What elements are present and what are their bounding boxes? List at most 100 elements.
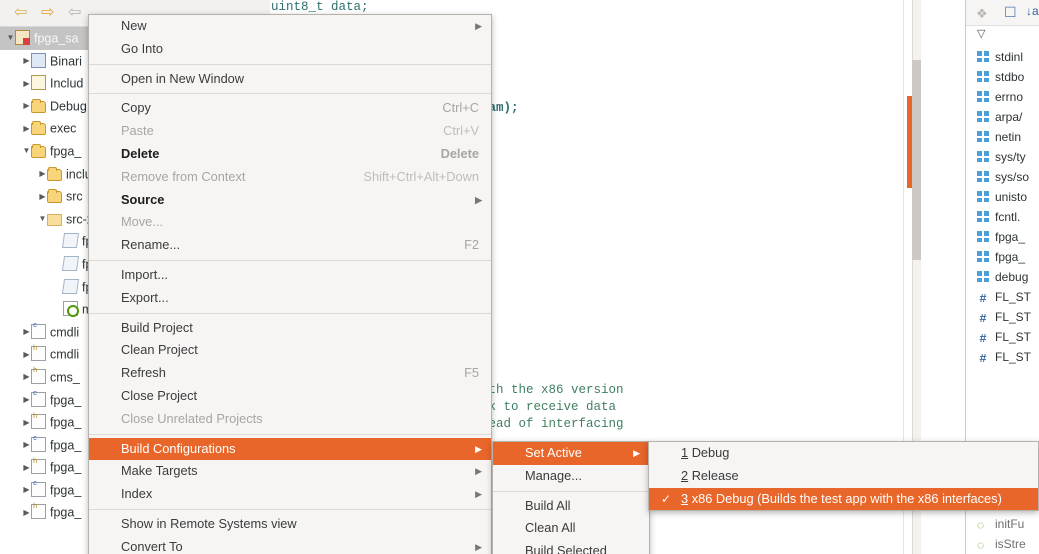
menu-item-set-active[interactable]: Set Active ▶	[493, 442, 649, 465]
include-icon	[977, 231, 989, 242]
code-line: uint8_t data;	[271, 0, 369, 14]
menu-item-make-targets[interactable]: Make Targets ▶	[89, 460, 491, 483]
menu-item-manage[interactable]: Manage...	[493, 465, 649, 488]
outline-view-menu[interactable]: ▽	[966, 26, 1039, 47]
sort-icon[interactable]: ❖	[976, 6, 988, 22]
menu-item-label: Make Targets	[121, 463, 198, 479]
twisty-expanded-icon[interactable]: ▼	[38, 208, 47, 231]
editor-scrollbar-thumb[interactable]	[912, 60, 921, 260]
outline-item[interactable]: arpa/	[966, 107, 1039, 127]
outline-item[interactable]: errno	[966, 87, 1039, 107]
menu-item-debug[interactable]: 1 Debug	[649, 442, 1038, 465]
menu-item-new[interactable]: New ▶	[89, 15, 491, 38]
twisty-collapsed-icon[interactable]: ▶	[22, 344, 31, 367]
menu-item-refresh[interactable]: Refresh F5	[89, 362, 491, 385]
menu-separator	[89, 259, 491, 261]
twisty-expanded-icon[interactable]: ▼	[6, 27, 15, 50]
menu-item-copy[interactable]: Copy Ctrl+C	[89, 97, 491, 120]
menu-item-delete[interactable]: Delete Delete	[89, 143, 491, 166]
twisty-collapsed-icon[interactable]: ▶	[22, 457, 31, 480]
twisty-collapsed-icon[interactable]: ▶	[22, 389, 31, 412]
menu-item-label: Clean All	[525, 520, 576, 536]
outline-item[interactable]: unisto	[966, 187, 1039, 207]
menu-item-go-into[interactable]: Go Into	[89, 38, 491, 61]
outline-item[interactable]: ◌ initFu	[966, 514, 1039, 534]
set-active-submenu[interactable]: 1 Debug 2 Release ✓ 3 x86 Debug (Builds the…	[648, 441, 1039, 512]
outline-item[interactable]: sys/ty	[966, 147, 1039, 167]
h-file-icon	[31, 451, 46, 475]
menu-item-shortcut: Delete	[440, 145, 479, 161]
context-menu[interactable]: New ▶ Go Into Open in New Window Copy Ctrl+C P…	[88, 14, 492, 554]
menu-item-close-project[interactable]: Close Project	[89, 385, 491, 408]
outline-toolbar[interactable]: ❖ ☐ ↓a	[966, 0, 1039, 26]
file-x-icon	[61, 233, 80, 249]
outline-item[interactable]: fcntl.	[966, 207, 1039, 227]
back-arrow-icon[interactable]: ⇦	[14, 5, 32, 21]
menu-item-build-all[interactable]: Build All	[493, 495, 649, 518]
outline-item[interactable]: sys/so	[966, 167, 1039, 187]
twisty-collapsed-icon[interactable]: ▶	[22, 118, 31, 141]
menu-item-build-configurations[interactable]: Build Configurations ▶	[89, 437, 491, 461]
menu-item-label: Build Selected	[525, 543, 607, 554]
twisty-collapsed-icon[interactable]: ▶	[22, 95, 31, 118]
twisty-collapsed-icon[interactable]: ▶	[22, 321, 31, 344]
twisty-collapsed-icon[interactable]: ▶	[22, 412, 31, 435]
menu-item-export[interactable]: Export...	[89, 287, 491, 310]
menu-item-import[interactable]: Import...	[89, 264, 491, 287]
outline-item[interactable]: # FL_ST	[966, 327, 1039, 347]
menu-item-label: Index	[121, 486, 153, 502]
sort-az-icon[interactable]: ↓a	[1026, 4, 1039, 18]
menu-item-close-unrelated-projects: Close Unrelated Projects	[89, 408, 491, 431]
outline-item[interactable]: # FL_ST	[966, 287, 1039, 307]
menu-item-open-in-new-window[interactable]: Open in New Window	[89, 68, 491, 91]
menu-item-convert-to[interactable]: Convert To ▶	[89, 536, 491, 554]
outline-item[interactable]: fpga_	[966, 247, 1039, 267]
tree-item-label: fpga_sa	[34, 31, 79, 46]
twisty-collapsed-icon[interactable]: ▶	[22, 502, 31, 525]
twisty-collapsed-icon[interactable]: ▶	[22, 50, 31, 73]
chevron-down-icon[interactable]: ▽	[977, 27, 985, 40]
outline-item-label: FL_ST	[995, 350, 1032, 364]
twisty-collapsed-icon[interactable]: ▶	[22, 434, 31, 457]
menu-item-x86-debug-builds-the-test-app-with-the-x86-interfaces[interactable]: ✓ 3 x86 Debug (Builds the test app with t…	[649, 487, 1038, 511]
collapse-all-icon[interactable]: ☐	[1004, 4, 1017, 21]
menu-item-build-project[interactable]: Build Project	[89, 317, 491, 340]
menu-separator	[493, 490, 649, 492]
outline-item[interactable]: debug	[966, 267, 1039, 287]
twisty-collapsed-icon[interactable]: ▶	[22, 73, 31, 96]
project-icon	[15, 30, 30, 45]
menu-item-build-selected[interactable]: Build Selected	[493, 540, 649, 554]
menu-item-index[interactable]: Index ▶	[89, 483, 491, 506]
submenu-arrow-icon: ▶	[475, 194, 482, 205]
menu-item-mnemonic: 2	[681, 467, 689, 483]
twisty-collapsed-icon[interactable]: ▶	[22, 366, 31, 389]
build-configurations-submenu[interactable]: Set Active ▶ Manage... Build All Clean All Bu…	[492, 441, 650, 554]
menu-item-clean-all[interactable]: Clean All	[493, 517, 649, 540]
twisty-collapsed-icon[interactable]: ▶	[38, 163, 47, 186]
menu-item-clean-project[interactable]: Clean Project	[89, 339, 491, 362]
twisty-expanded-icon[interactable]: ▼	[22, 140, 31, 163]
submenu-arrow-icon: ▶	[475, 541, 482, 552]
forward-arrow-icon[interactable]: ⇨	[41, 5, 59, 21]
twisty-collapsed-icon[interactable]: ▶	[38, 186, 47, 209]
include-icon	[977, 151, 989, 162]
tree-item-label: fpga_	[50, 505, 82, 520]
tree-item-label: src	[66, 189, 83, 204]
makefile-icon	[63, 301, 79, 318]
outline-item[interactable]: # FL_ST	[966, 307, 1039, 327]
outline-item[interactable]: ◌ isStre	[966, 534, 1039, 554]
outline-item[interactable]: fpga_	[966, 227, 1039, 247]
menu-item-source[interactable]: Source ▶	[89, 189, 491, 212]
menu-item-label: Go Into	[121, 40, 163, 56]
outline-item[interactable]: stdbo	[966, 67, 1039, 87]
twisty-collapsed-icon[interactable]: ▶	[22, 479, 31, 502]
outline-item[interactable]: stdinl	[966, 47, 1039, 67]
menu-item-show-in-remote-systems-view[interactable]: Show in Remote Systems view	[89, 513, 491, 536]
menu-item-release[interactable]: 2 Release	[649, 465, 1038, 488]
outline-item[interactable]: netin	[966, 127, 1039, 147]
outline-item[interactable]: # FL_ST	[966, 347, 1039, 367]
menu-item-label: Refresh	[121, 365, 166, 381]
menu-item-rename[interactable]: Rename... F2	[89, 234, 491, 257]
folder-icon	[31, 143, 46, 158]
include-icon	[977, 71, 989, 82]
